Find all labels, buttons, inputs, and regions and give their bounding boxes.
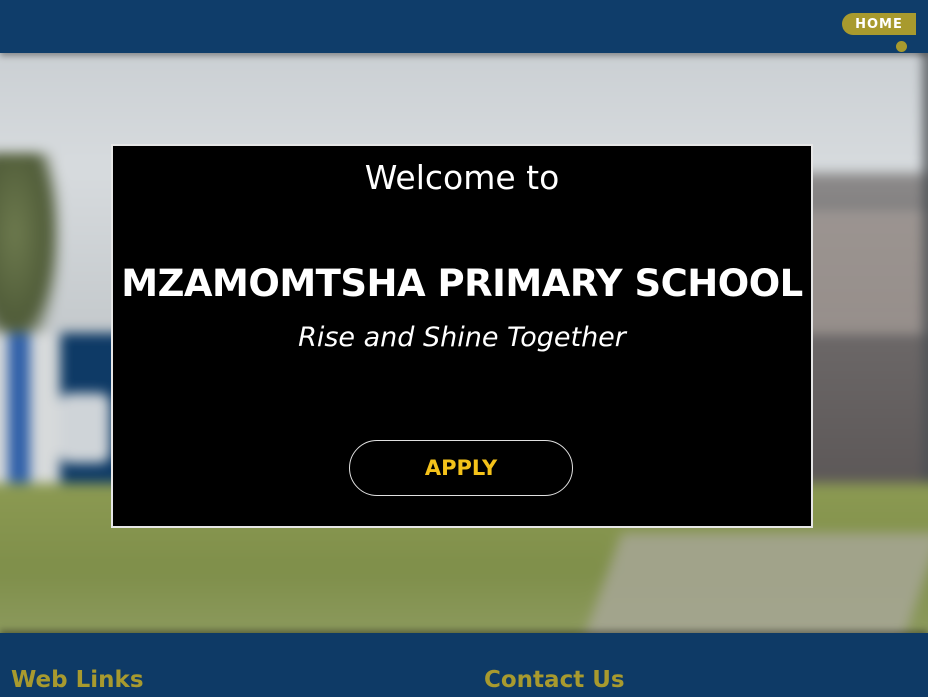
footer-contact-heading: Contact Us: [484, 667, 625, 693]
welcome-panel: Welcome to MZAMOMTSHA PRIMARY SCHOOL Ris…: [111, 144, 813, 528]
page: HOME Welcome to MZAMOMTSHA PRIMARY SCHOO…: [0, 0, 928, 697]
welcome-heading: Welcome to: [364, 158, 560, 197]
active-indicator-dot: [896, 41, 907, 52]
apply-button[interactable]: APPLY: [349, 440, 573, 496]
footer: Web Links Contact Us: [0, 633, 928, 697]
top-navigation-bar: HOME: [0, 0, 928, 53]
school-tagline: Rise and Shine Together: [298, 322, 626, 353]
nav-home-link[interactable]: HOME: [842, 13, 916, 35]
footer-web-links-heading: Web Links: [11, 667, 144, 693]
school-name-title: MZAMOMTSHA PRIMARY SCHOOL: [121, 262, 803, 305]
